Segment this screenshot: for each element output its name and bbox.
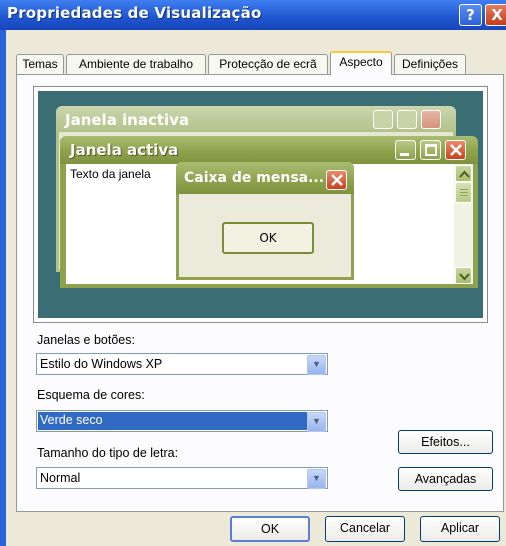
help-button[interactable]: ? (459, 4, 482, 26)
color-scheme-value: Verde seco (38, 412, 307, 430)
font-size-select[interactable]: Normal ▼ (36, 467, 328, 489)
cancel-button[interactable]: Cancelar (325, 516, 405, 542)
scroll-down-icon (455, 267, 472, 284)
preview-active-close-icon (445, 140, 466, 160)
tab-temas[interactable]: Temas (16, 54, 64, 74)
preview-inactive-minimize-icon (373, 110, 393, 129)
tab-proteccao-de-ecra[interactable]: Protecção de ecrã (208, 54, 328, 74)
chevron-down-icon: ▼ (307, 355, 326, 375)
preview-active-title: Janela activa (70, 141, 179, 159)
preview-window-text: Texto da janela (70, 167, 151, 181)
preview-message-title: Caixa de mensa... (184, 170, 325, 186)
preview-message-ok-button: OK (222, 222, 314, 254)
close-button[interactable]: X (485, 4, 506, 26)
chevron-down-icon: ▼ (307, 412, 326, 432)
scroll-up-icon (455, 165, 472, 182)
ok-button[interactable]: OK (230, 516, 310, 542)
advanced-button[interactable]: Avançadas (398, 467, 493, 491)
chevron-down-icon: ▼ (307, 469, 326, 489)
preview-inactive-title: Janela inactiva (65, 111, 190, 129)
scroll-thumb (455, 182, 472, 203)
effects-button[interactable]: Efeitos... (398, 430, 493, 454)
tab-definicoes[interactable]: Definições (394, 54, 466, 74)
color-scheme-label: Esquema de cores: (37, 388, 145, 402)
windows-buttons-label: Janelas e botões: (37, 333, 135, 347)
font-size-label: Tamanho do tipo de letra: (37, 446, 179, 460)
font-size-value: Normal (40, 471, 81, 485)
preview-inactive-maximize-icon (397, 110, 417, 129)
windows-buttons-select[interactable]: Estilo do Windows XP ▼ (36, 353, 328, 375)
preview-active-maximize-icon (420, 140, 441, 160)
color-scheme-select[interactable]: Verde seco ▼ (36, 410, 328, 432)
window-title: Propriedades de Visualização (7, 4, 262, 22)
apply-button[interactable]: Aplicar (420, 516, 500, 542)
windows-buttons-value: Estilo do Windows XP (40, 357, 163, 371)
tab-aspecto[interactable]: Aspecto (330, 51, 392, 75)
preview-active-minimize-icon (395, 140, 416, 160)
tab-ambiente-de-trabalho[interactable]: Ambiente de trabalho (66, 54, 206, 74)
preview-message-close-icon (326, 170, 347, 190)
preview-inactive-close-icon (421, 110, 441, 129)
